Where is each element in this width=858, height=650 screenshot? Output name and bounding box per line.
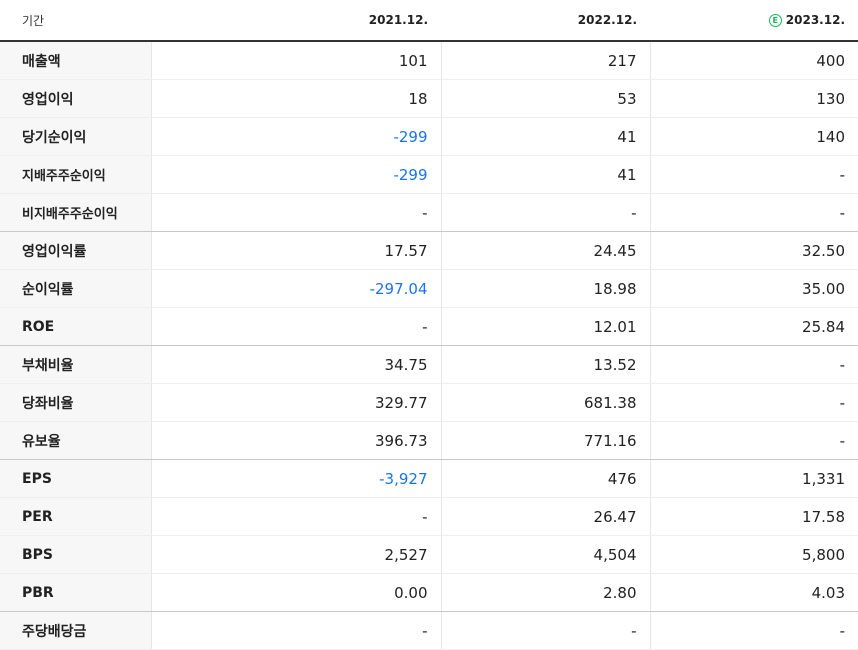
- year-header-2021: 2021.12.: [151, 0, 441, 42]
- table-row: 당좌비율 329.77 681.38 -: [0, 383, 858, 422]
- value-cell: 12.01: [440, 307, 650, 346]
- table-row: 영업이익 18 53 130: [0, 79, 858, 118]
- value-cell: -: [649, 611, 858, 650]
- table-row: PBR 0.00 2.80 4.03: [0, 573, 858, 612]
- row-label-debt-ratio: 부채비율: [0, 345, 151, 384]
- table-row: 비지배주주순이익 - - -: [0, 193, 858, 232]
- table-row: BPS 2,527 4,504 5,800: [0, 535, 858, 574]
- value-cell: 396.73: [150, 421, 441, 460]
- table-row: PER - 26.47 17.58: [0, 497, 858, 536]
- year-header-2023: E 2023.12.: [650, 0, 858, 42]
- value-cell: 17.57: [150, 231, 441, 270]
- value-cell: 329.77: [150, 383, 441, 422]
- table-row: 지배주주순이익 -299 41 -: [0, 155, 858, 194]
- table-row: 주당배당금 - - -: [0, 611, 858, 650]
- value-cell: 140: [649, 117, 858, 156]
- value-cell: -3,927: [150, 459, 441, 498]
- year-header-label: 2022.12.: [577, 13, 637, 27]
- value-cell: 24.45: [440, 231, 650, 270]
- value-cell: 34.75: [150, 345, 441, 384]
- row-label-roe: ROE: [0, 307, 151, 346]
- value-cell: 476: [440, 459, 650, 498]
- row-label-bps: BPS: [0, 535, 151, 574]
- value-cell: 26.47: [440, 497, 650, 536]
- row-label-operating-income: 영업이익: [0, 79, 151, 118]
- value-cell: 5,800: [649, 535, 858, 574]
- row-label-operating-margin: 영업이익률: [0, 231, 151, 270]
- table-row: EPS -3,927 476 1,331: [0, 459, 858, 498]
- value-cell: -: [440, 611, 650, 650]
- value-cell: -299: [150, 117, 441, 156]
- value-cell: -: [440, 193, 650, 232]
- row-label-per: PER: [0, 497, 151, 536]
- value-cell: -: [150, 307, 441, 346]
- value-cell: 130: [649, 79, 858, 118]
- row-label-revenue: 매출액: [0, 41, 151, 80]
- table-row: ROE - 12.01 25.84: [0, 307, 858, 346]
- value-cell: 32.50: [649, 231, 858, 270]
- value-cell: 25.84: [649, 307, 858, 346]
- value-cell: 35.00: [649, 269, 858, 308]
- value-cell: -: [150, 497, 441, 536]
- row-label-reserve-ratio: 유보율: [0, 421, 151, 460]
- value-cell: 18.98: [440, 269, 650, 308]
- value-cell: 101: [150, 41, 441, 80]
- value-cell: 17.58: [649, 497, 858, 536]
- value-cell: 4,504: [440, 535, 650, 574]
- value-cell: 41: [440, 155, 650, 194]
- value-cell: 771.16: [440, 421, 650, 460]
- row-label-controlling-net-income: 지배주주순이익: [0, 155, 151, 194]
- value-cell: -: [649, 155, 858, 194]
- value-cell: 13.52: [440, 345, 650, 384]
- row-label-net-income: 당기순이익: [0, 117, 151, 156]
- table-row: 순이익률 -297.04 18.98 35.00: [0, 269, 858, 308]
- row-label-quick-ratio: 당좌비율: [0, 383, 151, 422]
- value-cell: 0.00: [150, 573, 441, 612]
- value-cell: 41: [440, 117, 650, 156]
- value-cell: -: [649, 421, 858, 460]
- value-cell: 217: [440, 41, 650, 80]
- value-cell: -: [150, 611, 441, 650]
- value-cell: 2,527: [150, 535, 441, 574]
- row-label-dividend-per-share: 주당배당금: [0, 611, 151, 650]
- value-cell: -: [649, 345, 858, 384]
- value-cell: 400: [649, 41, 858, 80]
- value-cell: -: [649, 193, 858, 232]
- table-row: 유보율 396.73 771.16 -: [0, 421, 858, 460]
- row-label-eps: EPS: [0, 459, 151, 498]
- year-header-2022: 2022.12.: [441, 0, 650, 42]
- table-row: 당기순이익 -299 41 140: [0, 117, 858, 156]
- financial-summary-table: 기간 2021.12. 2022.12. E 2023.12. 매출액 101 2…: [0, 0, 858, 650]
- period-header: 기간: [0, 0, 151, 42]
- value-cell: 4.03: [649, 573, 858, 612]
- header-row: 기간 2021.12. 2022.12. E 2023.12.: [0, 0, 858, 42]
- table-row: 영업이익률 17.57 24.45 32.50: [0, 231, 858, 270]
- estimate-icon: E: [768, 14, 782, 27]
- table-row: 매출액 101 217 400: [0, 41, 858, 80]
- table-header: 기간 2021.12. 2022.12. E 2023.12.: [0, 0, 858, 42]
- row-label-pbr: PBR: [0, 573, 151, 612]
- value-cell: -299: [150, 155, 441, 194]
- value-cell: 1,331: [649, 459, 858, 498]
- row-label-noncontrolling-net-income: 비지배주주순이익: [0, 193, 151, 232]
- row-label-net-margin: 순이익률: [0, 269, 151, 308]
- value-cell: 18: [150, 79, 441, 118]
- value-cell: 2.80: [440, 573, 650, 612]
- value-cell: -: [649, 383, 858, 422]
- value-cell: 681.38: [440, 383, 650, 422]
- value-cell: 53: [440, 79, 650, 118]
- year-header-label: 2021.12.: [368, 13, 428, 27]
- value-cell: -297.04: [150, 269, 441, 308]
- value-cell: -: [150, 193, 441, 232]
- year-header-label: 2023.12.: [785, 13, 845, 27]
- table-row: 부채비율 34.75 13.52 -: [0, 345, 858, 384]
